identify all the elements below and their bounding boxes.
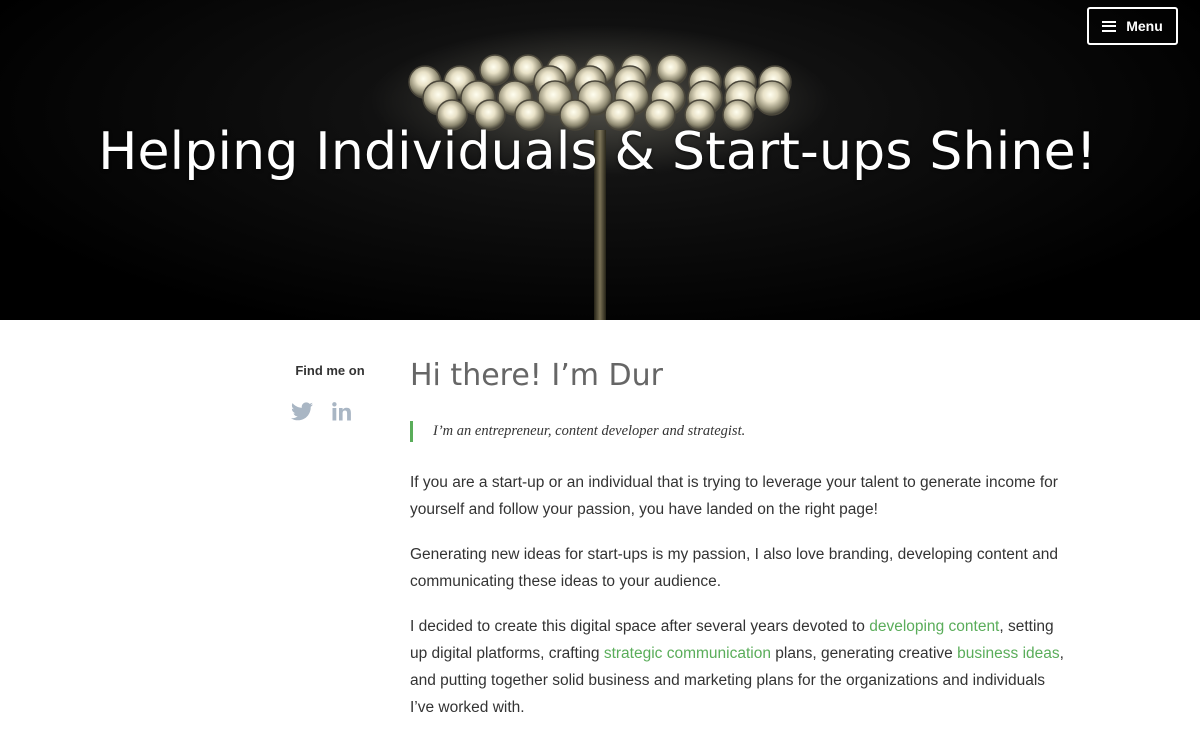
linkedin-icon[interactable]	[332, 402, 352, 426]
intro-paragraph-1: If you are a start-up or an individual t…	[410, 474, 1058, 518]
paragraph-text: plans, generating creative	[770, 645, 958, 662]
developing-content-link[interactable]: developing content	[869, 618, 999, 635]
strategic-communication-link[interactable]: strategic communication	[604, 645, 771, 662]
light-bulb	[479, 54, 511, 86]
hero-title: Helping Individuals & Start-ups Shine!	[98, 122, 1097, 182]
hero-banner: Menu Helping Individuals & Start-ups Shi…	[0, 0, 1200, 320]
twitter-icon[interactable]	[291, 402, 313, 426]
menu-button[interactable]: Menu	[1087, 7, 1178, 45]
find-me-on-label: Find me on	[295, 363, 365, 378]
main-content: Hi there! I’m Dur I’m an entrepreneur, c…	[410, 350, 1070, 721]
light-bulb	[754, 80, 790, 116]
intro-blockquote: I’m an entrepreneur, content developer a…	[410, 421, 1070, 442]
business-ideas-link[interactable]: business ideas	[957, 645, 1060, 662]
menu-button-label: Menu	[1126, 18, 1163, 34]
intro-paragraph-3: I decided to create this digital space a…	[410, 613, 1070, 721]
intro-paragraph-2: Generating new ideas for start-ups is my…	[410, 546, 1058, 590]
paragraph-text: I decided to create this digital space a…	[410, 618, 870, 635]
hamburger-icon	[1102, 20, 1117, 32]
light-bulb	[656, 54, 688, 86]
page-title: Hi there! I’m Dur	[410, 358, 663, 393]
